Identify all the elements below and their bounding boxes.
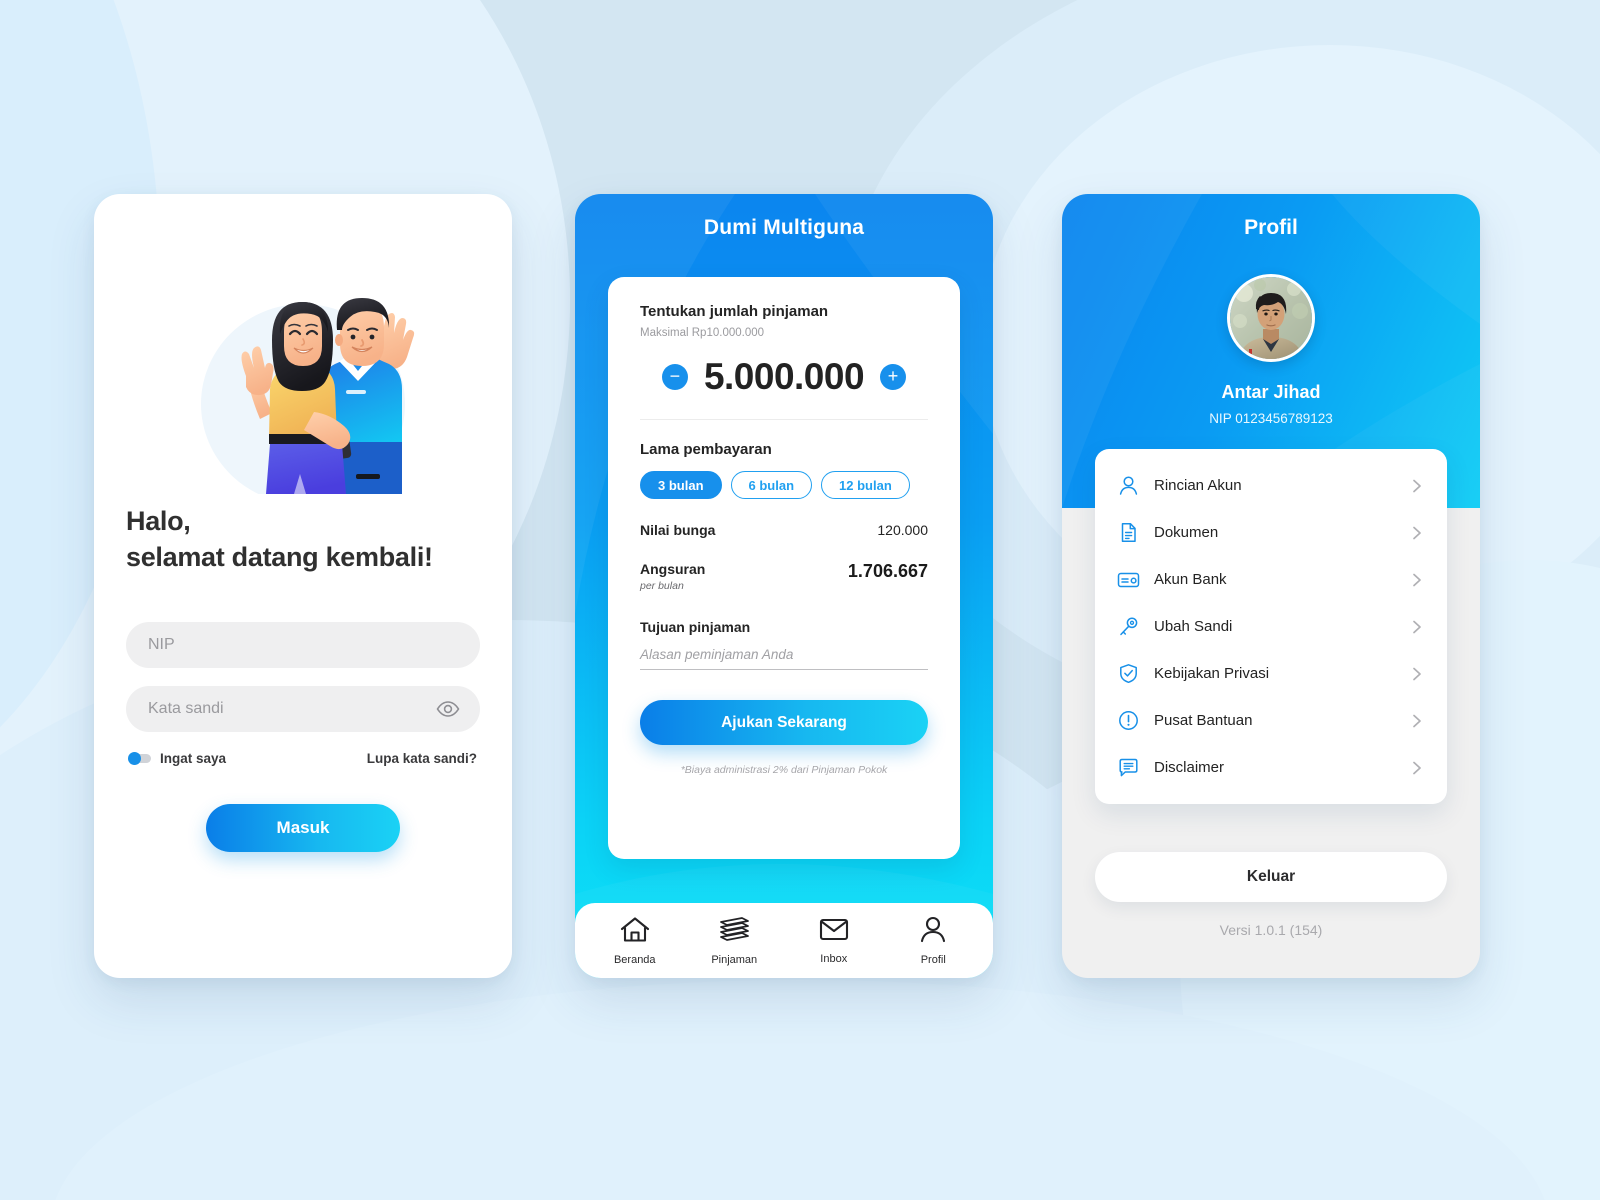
envelope-icon bbox=[819, 916, 849, 947]
nav-item-pinjaman[interactable]: Pinjaman bbox=[695, 916, 773, 966]
tenor-option-6-bulan[interactable]: 6 bulan bbox=[730, 471, 813, 499]
amount-max-note: Maksimal Rp10.000.000 bbox=[640, 327, 765, 339]
decrement-amount-button[interactable]: − bbox=[661, 364, 688, 390]
remember-row: Ingat saya Lupa kata sandi? bbox=[126, 751, 480, 766]
home-icon bbox=[620, 916, 650, 948]
avatar bbox=[1227, 274, 1315, 362]
menu-item-kebijakan-privasi[interactable]: Kebijakan Privasi bbox=[1095, 650, 1447, 697]
profile-user-nip: NIP 0123456789123 bbox=[1209, 411, 1333, 426]
password-input[interactable]: Kata sandi bbox=[126, 685, 480, 732]
chevron-right-icon bbox=[1409, 713, 1425, 729]
submit-loan-button[interactable]: Ajukan Sekarang bbox=[640, 700, 928, 745]
forgot-password-link[interactable]: Lupa kata sandi? bbox=[367, 751, 477, 766]
menu-label-rincian-akun: Rincian Akun bbox=[1154, 477, 1242, 494]
profile-user-name: Antar Jihad bbox=[1221, 382, 1321, 402]
login-form: Halo, selamat datang kembali! NIP Kata s… bbox=[94, 504, 512, 852]
person-icon bbox=[1117, 474, 1140, 497]
amount-section-title: Tentukan jumlah pinjaman bbox=[640, 303, 829, 320]
tenor-option-12-bulan[interactable]: 12 bulan bbox=[821, 471, 910, 499]
toggle-switch-icon[interactable] bbox=[128, 751, 151, 765]
menu-label-dokumen: Dokumen bbox=[1154, 524, 1219, 541]
login-button[interactable]: Masuk bbox=[206, 803, 400, 852]
two-people-waving-illustration bbox=[94, 244, 512, 504]
chevron-right-icon bbox=[1409, 572, 1425, 588]
menu-item-rincian-akun[interactable]: Rincian Akun bbox=[1095, 462, 1447, 509]
admin-fee-note: *Biaya administrasi 2% dari Pinjaman Pok… bbox=[680, 764, 888, 776]
purpose-input[interactable]: Alasan peminjaman Anda bbox=[640, 647, 928, 670]
menu-label-kebijakan-privasi: Kebijakan Privasi bbox=[1154, 665, 1270, 682]
greeting-line-2: selamat datang kembali! bbox=[126, 541, 433, 572]
menu-item-ubah-sandi[interactable]: Ubah Sandi bbox=[1095, 603, 1447, 650]
person-icon bbox=[919, 916, 947, 948]
amount-stepper: − 5.000.000 + bbox=[640, 356, 928, 420]
menu-label-akun-bank: Akun Bank bbox=[1154, 571, 1227, 588]
menu-item-pusat-bantuan[interactable]: Pusat Bantuan bbox=[1095, 697, 1447, 744]
increment-amount-button[interactable]: + bbox=[880, 364, 907, 390]
bottom-navigation-bar: Beranda Pinjaman Inbox Profil bbox=[575, 903, 993, 978]
interest-row: Nilai bunga 120.000 bbox=[640, 522, 928, 538]
menu-item-disclaimer[interactable]: Disclaimer bbox=[1095, 744, 1447, 791]
loan-amount-value[interactable]: 5.000.000 bbox=[704, 356, 865, 398]
chat-bubble-icon bbox=[1117, 756, 1140, 779]
shield-check-icon bbox=[1117, 662, 1140, 685]
purpose-section-title: Tujuan pinjaman bbox=[640, 619, 751, 635]
menu-label-pusat-bantuan: Pusat Bantuan bbox=[1154, 712, 1253, 729]
nav-item-profil[interactable]: Profil bbox=[894, 916, 972, 966]
menu-item-akun-bank[interactable]: Akun Bank bbox=[1095, 556, 1447, 603]
credit-card-icon bbox=[1117, 568, 1140, 591]
nav-label-beranda: Beranda bbox=[613, 953, 656, 966]
menu-label-disclaimer: Disclaimer bbox=[1154, 759, 1225, 776]
greeting-line-1: Halo, bbox=[126, 506, 191, 536]
nav-label-inbox: Inbox bbox=[820, 953, 848, 965]
nip-placeholder: NIP bbox=[148, 635, 175, 653]
nav-item-beranda[interactable]: Beranda bbox=[596, 916, 674, 966]
profile-page-title: Profil bbox=[1244, 216, 1298, 239]
stacked-papers-icon bbox=[718, 916, 750, 948]
nav-item-inbox[interactable]: Inbox bbox=[795, 916, 873, 965]
installment-row: Angsuran per bulan 1.706.667 bbox=[640, 561, 928, 592]
tenor-options: 3 bulan 6 bulan 12 bulan bbox=[640, 471, 928, 499]
installment-sublabel: per bulan bbox=[640, 580, 684, 592]
logout-button[interactable]: Keluar bbox=[1095, 852, 1447, 902]
remember-me-toggle[interactable]: Ingat saya bbox=[128, 750, 227, 766]
chevron-right-icon bbox=[1409, 619, 1425, 635]
tenor-section-title: Lama pembayaran bbox=[640, 441, 772, 458]
password-placeholder: Kata sandi bbox=[148, 699, 224, 717]
menu-label-ubah-sandi: Ubah Sandi bbox=[1154, 618, 1233, 635]
remember-me-label: Ingat saya bbox=[160, 750, 227, 766]
menu-item-dokumen[interactable]: Dokumen bbox=[1095, 509, 1447, 556]
nav-label-profil: Profil bbox=[920, 953, 946, 966]
exclamation-circle-icon bbox=[1117, 709, 1140, 732]
interest-label: Nilai bunga bbox=[640, 522, 716, 538]
page-title: Halo, selamat datang kembali! bbox=[126, 504, 480, 576]
tenor-option-3-bulan[interactable]: 3 bulan bbox=[640, 471, 722, 499]
purpose-placeholder: Alasan peminjaman Anda bbox=[640, 647, 794, 662]
loan-screen: Dumi Multiguna Tentukan jumlah pinjaman … bbox=[575, 194, 993, 978]
profile-screen: Profil Antar Jihad NIP 0123456789123 Rin… bbox=[1062, 194, 1480, 978]
loan-form-card: Tentukan jumlah pinjaman Maksimal Rp10.0… bbox=[608, 277, 960, 859]
chevron-right-icon bbox=[1409, 760, 1425, 776]
profile-menu-card: Rincian Akun Dokumen Akun Bank Ubah Sand… bbox=[1095, 449, 1447, 804]
interest-value: 120.000 bbox=[877, 522, 928, 538]
nip-input[interactable]: NIP bbox=[126, 621, 480, 668]
chevron-right-icon bbox=[1409, 666, 1425, 682]
document-icon bbox=[1117, 521, 1140, 544]
key-icon bbox=[1117, 615, 1140, 638]
installment-value: 1.706.667 bbox=[847, 561, 928, 581]
chevron-right-icon bbox=[1409, 525, 1425, 541]
login-screen: Halo, selamat datang kembali! NIP Kata s… bbox=[94, 194, 512, 978]
chevron-right-icon bbox=[1409, 478, 1425, 494]
app-version-label: Versi 1.0.1 (154) bbox=[1219, 922, 1323, 938]
eye-icon[interactable] bbox=[436, 697, 460, 721]
loan-page-title: Dumi Multiguna bbox=[703, 216, 865, 239]
installment-label: Angsuran bbox=[640, 561, 706, 577]
nav-label-pinjaman: Pinjaman bbox=[711, 953, 758, 966]
